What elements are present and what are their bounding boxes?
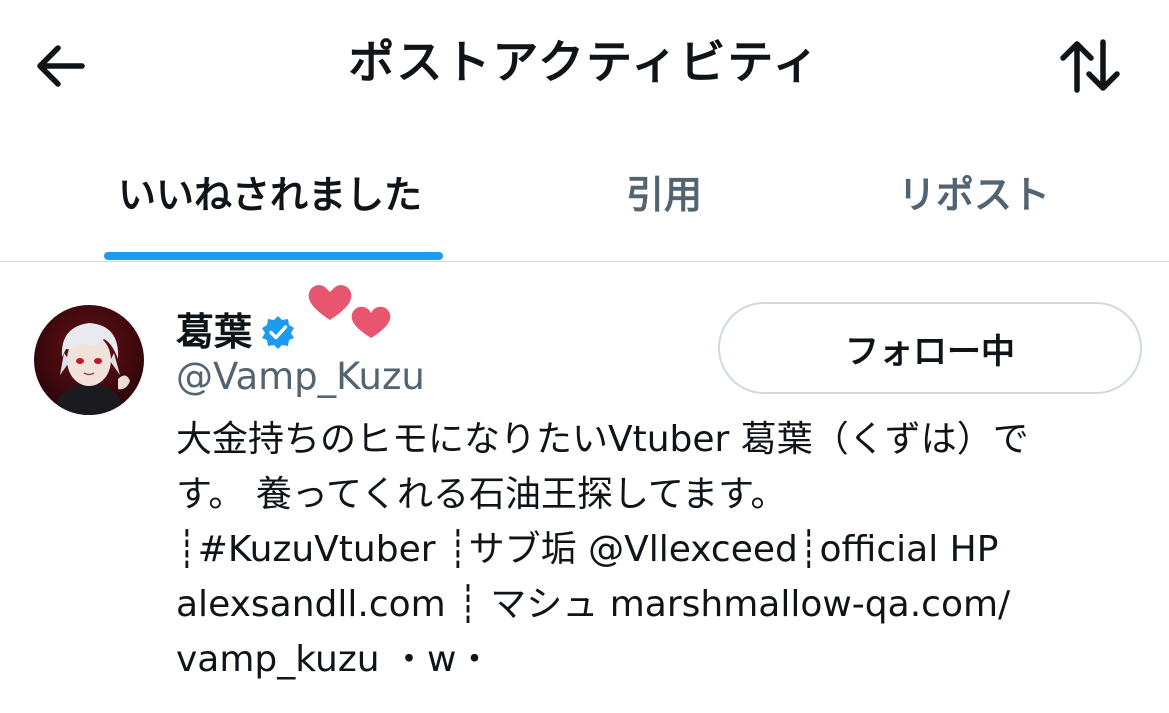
following-button[interactable]: フォロー中 bbox=[718, 302, 1142, 394]
bio-line: す。 養ってくれる石油王探してます。 bbox=[176, 474, 787, 515]
user-list-item[interactable]: 葛葉 @Vamp_Kuzu フォロー中 大金持ちのヒモになりたいVtuber 葛… bbox=[0, 262, 1169, 713]
active-tab-indicator bbox=[104, 252, 443, 260]
avatar[interactable] bbox=[34, 305, 144, 415]
tab-quotes[interactable]: 引用 bbox=[626, 168, 702, 222]
user-bio: 大金持ちのヒモになりたいVtuber 葛葉（くずは）で す。 養ってくれる石油王… bbox=[176, 412, 1136, 687]
tab-reposts[interactable]: リポスト bbox=[898, 168, 1050, 222]
bio-line[interactable]: vamp_kuzu ・w・ bbox=[176, 632, 1136, 687]
sort-arrows-icon bbox=[1060, 39, 1120, 93]
tab-liked[interactable]: いいねされました bbox=[118, 168, 422, 222]
hearts-emoji-icon bbox=[308, 285, 391, 338]
verified-badge-icon bbox=[262, 316, 295, 349]
bio-line[interactable]: alexsandll.com ┊ マシュ marshmallow-qa.com/ bbox=[176, 577, 1136, 632]
sort-button[interactable] bbox=[1055, 34, 1125, 98]
display-name[interactable]: 葛葉 bbox=[176, 307, 252, 357]
tab-bar: いいねされました 引用 リポスト bbox=[0, 140, 1169, 262]
page-title: ポストアクティビティ bbox=[348, 35, 821, 89]
user-handle: @Vamp_Kuzu bbox=[176, 355, 425, 398]
bio-line: 大金持ちのヒモになりたいVtuber 葛葉（くずは）で bbox=[176, 419, 1029, 460]
bio-line[interactable]: ┊#KuzuVtuber ┊サブ垢 @Vllexceed┊official HP bbox=[176, 522, 1136, 577]
header: ポストアクティビティ bbox=[0, 0, 1169, 130]
